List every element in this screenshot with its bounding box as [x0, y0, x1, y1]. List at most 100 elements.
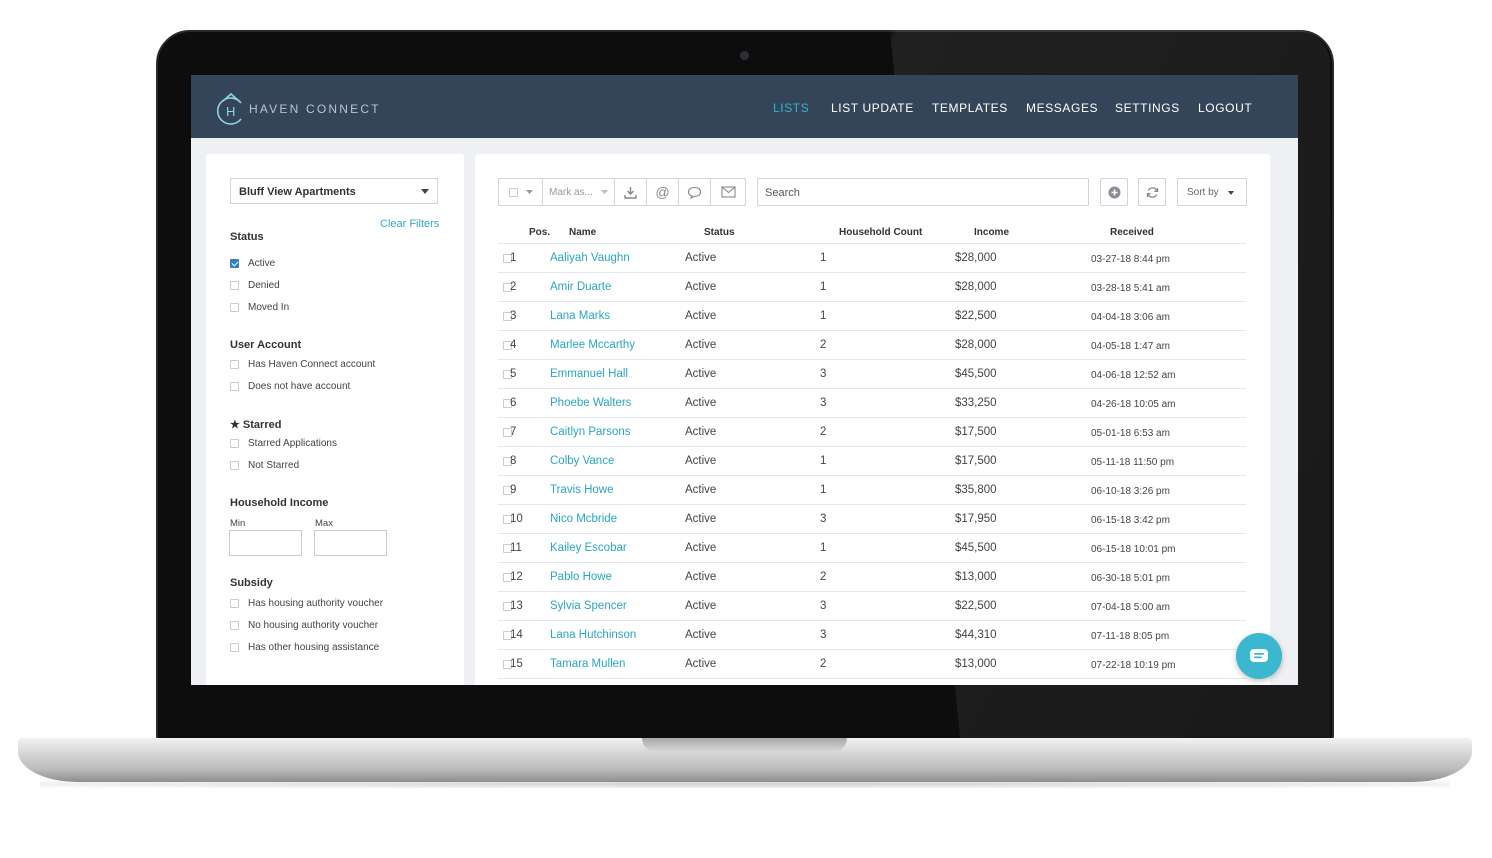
filter-no-voucher[interactable]: No housing authority voucher	[230, 618, 378, 632]
checkbox-icon[interactable]	[230, 642, 239, 652]
cell-name[interactable]: Travis Howe	[550, 484, 613, 496]
filter-has-account[interactable]: Has Haven Connect account	[230, 357, 375, 371]
table-row[interactable]: 12 Pablo Howe Active 2 $13,000 06-30-18 5:01 …	[498, 563, 1246, 592]
checkbox-icon[interactable]	[230, 598, 239, 608]
checkbox-icon[interactable]	[230, 620, 239, 630]
cell-name[interactable]: Lana Marks	[550, 310, 610, 322]
cell-name[interactable]: Marlee Mccarthy	[550, 339, 635, 351]
cell-name[interactable]: Pablo Howe	[550, 571, 612, 583]
checkbox-icon[interactable]	[230, 302, 239, 312]
table-row[interactable]: 14 Lana Hutchinson Active 3 $44,310 07-11-18 …	[498, 621, 1246, 650]
refresh-button[interactable]	[1138, 178, 1166, 206]
cell-received: 06-15-18 10:01 pm	[1091, 544, 1176, 555]
col-header-household-count[interactable]: Household Count	[839, 227, 922, 238]
cell-income: $28,000	[955, 339, 997, 351]
checkbox-icon[interactable]	[230, 460, 239, 470]
filter-status-denied[interactable]: Denied	[230, 278, 280, 292]
table-row[interactable]: 6 Phoebe Walters Active 3 $33,250 04-26-18 10…	[498, 389, 1246, 418]
message-button[interactable]	[711, 179, 745, 205]
col-header-received[interactable]: Received	[1110, 227, 1154, 238]
table-row[interactable]: 11 Kailey Escobar Active 1 $45,500 06-15-18 1…	[498, 534, 1246, 563]
select-all-dropdown[interactable]	[499, 179, 543, 205]
clear-filters-link[interactable]: Clear Filters	[380, 218, 439, 230]
cell-name[interactable]: Sylvia Spencer	[550, 600, 627, 612]
cell-name[interactable]: Aaliyah Vaughn	[550, 252, 630, 264]
cell-name[interactable]: Phoebe Walters	[550, 397, 631, 409]
checkbox-checked-icon[interactable]	[230, 258, 239, 268]
checkbox-icon[interactable]	[230, 381, 239, 391]
cell-income: $28,000	[955, 281, 997, 293]
cell-pos: 2	[510, 281, 517, 293]
nav-logout[interactable]: LOGOUT	[1198, 101, 1252, 115]
haven-house-logo-icon: H	[217, 92, 242, 125]
cell-household-count: 3	[820, 629, 827, 641]
mark-as-dropdown[interactable]: Mark as...	[543, 179, 615, 205]
table-row[interactable]: 7 Caitlyn Parsons Active 2 $17,500 05-01-18 6…	[498, 418, 1246, 447]
cell-name[interactable]: Colby Vance	[550, 455, 614, 467]
checkbox-icon[interactable]	[230, 280, 239, 290]
cell-received: 03-28-18 5:41 am	[1091, 283, 1170, 294]
sort-by-label: Sort by	[1187, 187, 1219, 198]
sms-button[interactable]	[679, 179, 711, 205]
income-max-input[interactable]	[314, 530, 387, 556]
cell-name[interactable]: Caitlyn Parsons	[550, 426, 631, 438]
col-header-pos[interactable]: Pos.	[529, 227, 550, 238]
nav-messages[interactable]: MESSAGES	[1026, 101, 1098, 115]
income-min-input[interactable]	[229, 530, 302, 556]
nav-list-update[interactable]: LIST UPDATE	[831, 101, 914, 115]
sort-by-dropdown[interactable]: Sort by	[1177, 178, 1247, 206]
filter-not-starred[interactable]: Not Starred	[230, 458, 299, 472]
filter-starred[interactable]: Starred Applications	[230, 436, 337, 450]
table-row[interactable]: 1 Aaliyah Vaughn Active 1 $28,000 03-27-18 8:…	[498, 244, 1246, 273]
chat-button[interactable]	[1236, 633, 1282, 679]
filter-label: Has housing authority voucher	[248, 597, 384, 609]
filter-other-assistance[interactable]: Has other housing assistance	[230, 640, 379, 654]
cell-status: Active	[685, 542, 717, 554]
col-header-income[interactable]: Income	[974, 227, 1009, 238]
download-button[interactable]	[615, 179, 647, 205]
income-min-label: Min	[230, 518, 246, 529]
cell-name[interactable]: Nico Mcbride	[550, 513, 617, 525]
nav-settings[interactable]: SETTINGS	[1115, 101, 1180, 115]
cell-status: Active	[685, 484, 717, 496]
at-icon: @	[655, 184, 670, 200]
filter-sidebar: Bluff View Apartments Clear Filters Stat…	[206, 154, 464, 685]
cell-name[interactable]: Emmanuel Hall	[550, 368, 628, 380]
table-row[interactable]: 9 Travis Howe Active 1 $35,800 06-10-18 3:26 …	[498, 476, 1246, 505]
checkbox-icon[interactable]	[230, 359, 239, 369]
cell-income: $22,500	[955, 600, 997, 612]
cell-household-count: 3	[820, 600, 827, 612]
chevron-down-icon	[525, 189, 533, 194]
search-input[interactable]: Search	[757, 178, 1089, 206]
table-row[interactable]: 5 Emmanuel Hall Active 3 $45,500 04-06-18 12:…	[498, 360, 1246, 389]
cell-pos: 12	[510, 571, 523, 583]
table-row[interactable]: 10 Nico Mcbride Active 3 $17,950 06-15-18 3:4…	[498, 505, 1246, 534]
checkbox-icon[interactable]	[230, 438, 239, 448]
checkbox-icon[interactable]	[508, 187, 518, 197]
nav-templates[interactable]: TEMPLATES	[932, 101, 1008, 115]
filter-status-moved-in[interactable]: Moved In	[230, 300, 289, 314]
cell-name[interactable]: Amir Duarte	[550, 281, 611, 293]
table-row[interactable]: 4 Marlee Mccarthy Active 2 $28,000 04-05-18 1…	[498, 331, 1246, 360]
cell-name[interactable]: Kailey Escobar	[550, 542, 627, 554]
email-at-button[interactable]: @	[647, 179, 679, 205]
filter-has-voucher[interactable]: Has housing authority voucher	[230, 596, 383, 610]
cell-name[interactable]: Tamara Mullen	[550, 658, 625, 670]
filter-status-active[interactable]: Active	[230, 256, 275, 270]
add-button[interactable]	[1100, 178, 1128, 206]
svg-text:H: H	[226, 104, 235, 119]
mark-as-label: Mark as...	[549, 186, 593, 198]
top-navbar: H HAVEN CONNECT LISTS LIST UPDATE TEMPLA…	[191, 75, 1298, 138]
col-header-status[interactable]: Status	[704, 227, 735, 238]
col-header-name[interactable]: Name	[569, 227, 596, 238]
table-row[interactable]: 2 Amir Duarte Active 1 $28,000 03-28-18 5:41 …	[498, 273, 1246, 302]
table-row[interactable]: 13 Sylvia Spencer Active 3 $22,500 07-04-18 5…	[498, 592, 1246, 621]
filter-no-account[interactable]: Does not have account	[230, 379, 350, 393]
table-row[interactable]: 8 Colby Vance Active 1 $17,500 05-11-18 11:50…	[498, 447, 1246, 476]
cell-status: Active	[685, 658, 717, 670]
cell-name[interactable]: Lana Hutchinson	[550, 629, 636, 641]
property-select[interactable]: Bluff View Apartments	[230, 178, 438, 204]
nav-lists[interactable]: LISTS	[773, 101, 809, 115]
table-row[interactable]: 3 Lana Marks Active 1 $22,500 04-04-18 3:06 a…	[498, 302, 1246, 331]
table-row[interactable]: 15 Tamara Mullen Active 2 $13,000 07-22-18 10…	[498, 650, 1246, 679]
